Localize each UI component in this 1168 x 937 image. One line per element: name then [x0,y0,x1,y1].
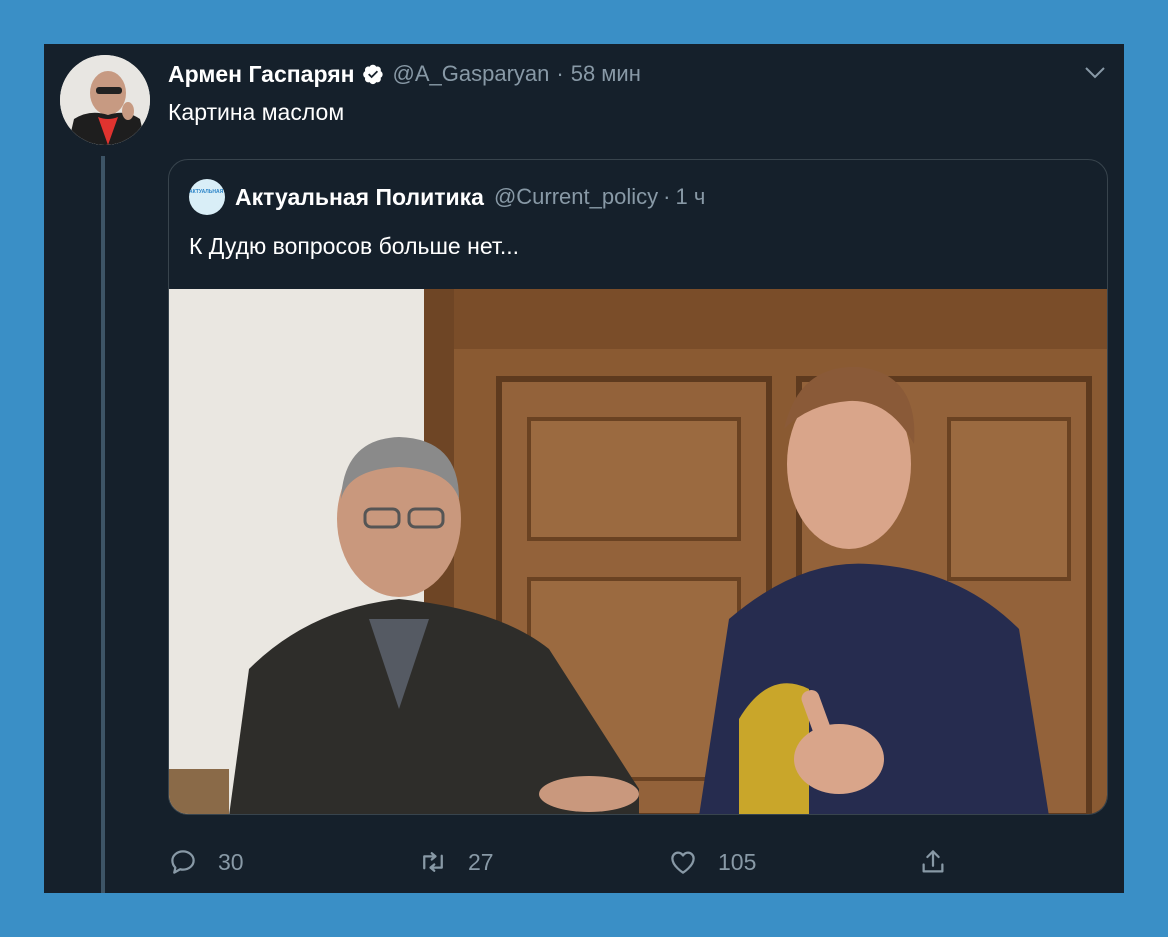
thread-line [101,156,105,893]
reply-icon [171,850,195,874]
author-avatar[interactable] [60,55,150,145]
chevron-down-icon[interactable] [1084,66,1106,80]
verified-icon [362,64,383,85]
like-count: 105 [718,848,757,875]
share-icon [922,850,944,873]
retweet-button[interactable]: 27 [418,842,494,882]
retweet-icon [423,852,443,872]
like-button[interactable]: 105 [668,842,756,882]
share-button[interactable] [918,842,968,882]
quoted-author-name[interactable]: Актуальная Политика [235,184,484,211]
like-icon [671,851,695,874]
tweet-card[interactable]: Армен Гаспарян @A_Gasparyan · 58 мин Кар… [44,44,1124,893]
quoted-tweet-header: АКТУАЛЬНАЯ ПОЛИТИКА Актуальная Политика … [189,179,705,215]
quoted-tweet-text: К Дудю вопросов больше нет... [189,233,519,259]
quoted-avatar-logo-text: АКТУАЛЬНАЯ ПОЛИТИКА [189,189,225,195]
quoted-separator-dot: · [663,184,671,209]
author-name[interactable]: Армен Гаспарян [168,61,355,88]
quoted-author-handle[interactable]: @Current_policy [494,184,658,210]
author-handle[interactable]: @A_Gasparyan [393,61,550,87]
quoted-tweet-photo[interactable] [169,289,1107,815]
quoted-avatar[interactable]: АКТУАЛЬНАЯ ПОЛИТИКА [189,179,225,215]
tweet-actions: 30 27 105 [168,842,968,882]
tweet-text: Картина маслом [168,99,345,125]
separator-dot: · [556,61,564,86]
reply-button[interactable]: 30 [168,842,244,882]
tweet-header: Армен Гаспарян @A_Gasparyan · 58 мин [168,58,641,90]
tweet-time[interactable]: 58 мин [571,61,641,87]
quoted-tweet-time[interactable]: 1 ч [675,184,705,210]
quoted-tweet[interactable]: АКТУАЛЬНАЯ ПОЛИТИКА Актуальная Политика … [168,159,1108,815]
reply-count: 30 [218,848,244,875]
retweet-count: 27 [468,848,494,875]
